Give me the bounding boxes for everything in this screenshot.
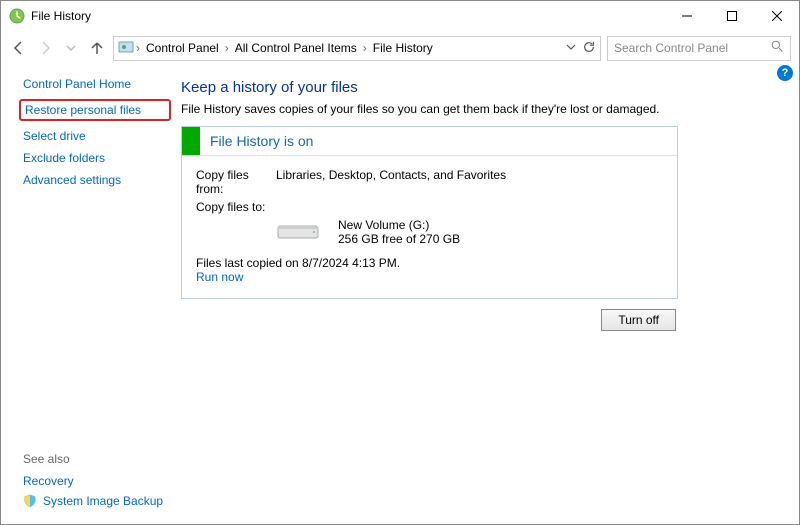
main-content: ? Keep a history of your files File Hist… — [181, 65, 799, 524]
sidebar-exclude-link[interactable]: Exclude folders — [23, 151, 171, 165]
navigation-bar: › Control Panel › All Control Panel Item… — [1, 31, 799, 65]
chevron-right-icon: › — [136, 41, 140, 55]
drive-icon — [276, 218, 320, 244]
sidebar-system-image-text: System Image Backup — [43, 494, 163, 508]
sidebar-home-link[interactable]: Control Panel Home — [23, 77, 171, 91]
sidebar-system-image-link[interactable]: System Image Backup — [23, 494, 171, 508]
search-placeholder: Search Control Panel — [614, 41, 728, 55]
forward-button[interactable] — [35, 38, 55, 58]
panel-title: File History is on — [210, 133, 313, 149]
back-button[interactable] — [9, 38, 29, 58]
last-copied-text: Files last copied on 8/7/2024 4:13 PM. — [196, 256, 663, 270]
status-panel: File History is on Copy files from: Libr… — [181, 126, 678, 299]
sidebar-recovery-link[interactable]: Recovery — [23, 474, 171, 488]
sidebar: Control Panel Home Restore personal file… — [1, 65, 181, 524]
drive-name: New Volume (G:) — [338, 218, 460, 232]
maximize-button[interactable] — [709, 1, 754, 31]
up-button[interactable] — [87, 38, 107, 58]
sidebar-advanced-link[interactable]: Advanced settings — [23, 173, 171, 187]
run-now-link[interactable]: Run now — [196, 270, 243, 284]
minimize-button[interactable] — [664, 1, 709, 31]
copy-from-value: Libraries, Desktop, Contacts, and Favori… — [276, 168, 506, 196]
address-bar[interactable]: › Control Panel › All Control Panel Item… — [113, 36, 601, 61]
shield-icon — [23, 494, 37, 508]
see-also-label: See also — [23, 452, 171, 466]
search-input[interactable]: Search Control Panel — [607, 36, 791, 61]
copy-to-label: Copy files to: — [196, 200, 276, 214]
chevron-right-icon: › — [363, 41, 367, 55]
file-history-icon — [9, 8, 25, 24]
title-bar: File History — [1, 1, 799, 31]
sidebar-select-drive-link[interactable]: Select drive — [23, 129, 171, 143]
window-title: File History — [31, 9, 91, 23]
turn-off-button[interactable]: Turn off — [601, 309, 676, 331]
copy-from-label: Copy files from: — [196, 168, 276, 196]
recent-locations-button[interactable] — [61, 38, 81, 58]
sidebar-recovery-text: Recovery — [23, 474, 74, 488]
refresh-button[interactable] — [582, 40, 596, 57]
page-heading: Keep a history of your files — [181, 79, 769, 96]
page-description: File History saves copies of your files … — [181, 102, 769, 116]
status-indicator-icon — [182, 127, 200, 155]
breadcrumb-item[interactable]: All Control Panel Items — [231, 41, 361, 55]
highlight-annotation: Restore personal files — [19, 99, 171, 121]
help-icon[interactable]: ? — [777, 65, 793, 81]
chevron-right-icon: › — [225, 41, 229, 55]
search-icon — [771, 40, 784, 56]
sidebar-restore-link[interactable]: Restore personal files — [25, 103, 165, 117]
breadcrumb-item[interactable]: Control Panel — [142, 41, 223, 55]
drive-space: 256 GB free of 270 GB — [338, 232, 460, 246]
control-panel-icon — [118, 39, 134, 58]
address-dropdown-button[interactable] — [566, 41, 576, 55]
breadcrumb-item[interactable]: File History — [369, 41, 437, 55]
close-button[interactable] — [754, 1, 799, 31]
